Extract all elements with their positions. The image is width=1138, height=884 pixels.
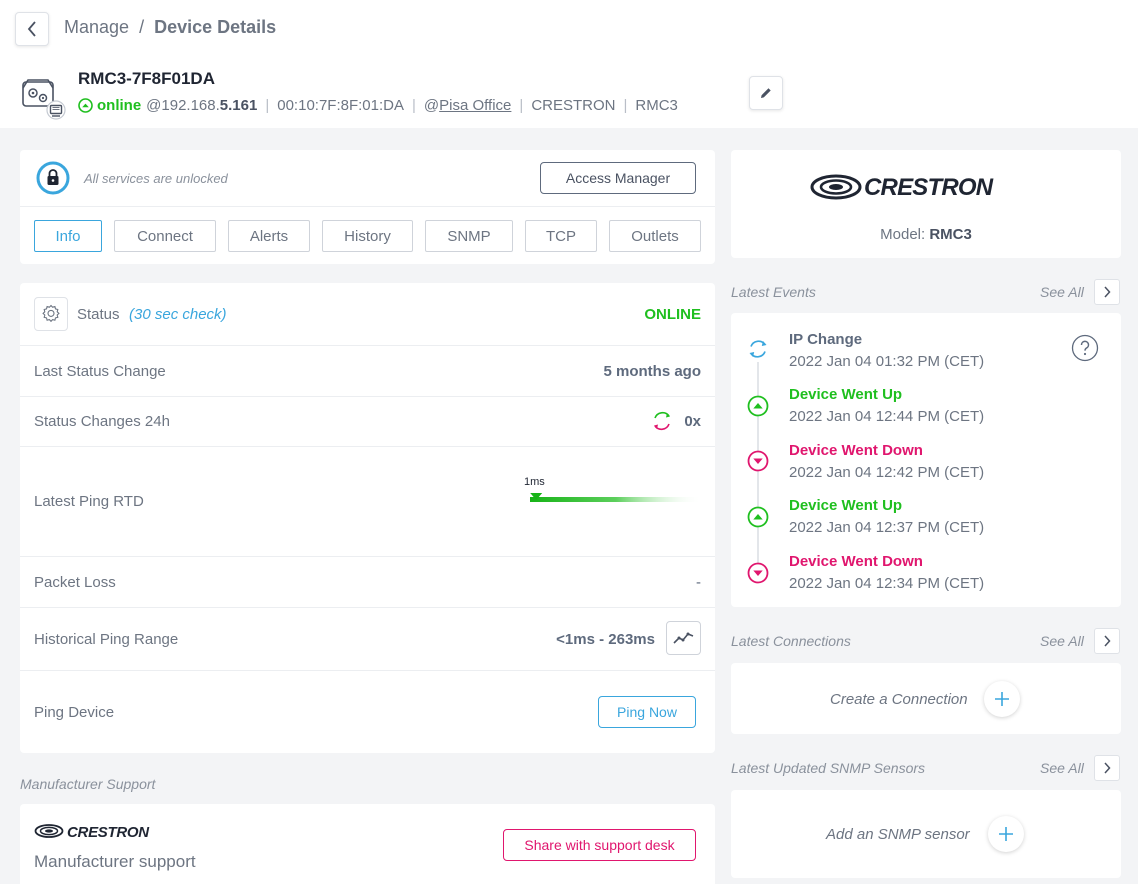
historical-ping-label: Historical Ping Range [34, 631, 179, 648]
crestron-logo-swirl [810, 174, 862, 200]
last-status-change-value: 5 months ago [603, 363, 701, 380]
event-title: Device Went Up [789, 497, 903, 514]
connections-see-all-button[interactable] [1094, 628, 1120, 654]
chevron-right-icon [1104, 286, 1111, 298]
event-time: 2022 Jan 04 12:34 PM (CET) [789, 575, 985, 592]
event-title: Device Went Down [789, 553, 923, 570]
latest-events-title: Latest Events [731, 284, 816, 300]
event-time: 2022 Jan 04 01:32 PM (CET) [789, 353, 985, 370]
access-manager-button[interactable]: Access Manager [540, 162, 696, 194]
status-settings-button[interactable] [34, 297, 68, 331]
latest-ping-label: Latest Ping RTD [34, 493, 144, 510]
status-value: ONLINE [644, 306, 701, 323]
event-title: IP Change [789, 331, 863, 348]
last-status-change-label: Last Status Change [34, 363, 166, 380]
latest-connections-title: Latest Connections [731, 633, 851, 649]
manufacturer-logo: CRESTRON [67, 824, 149, 841]
create-connection-link[interactable]: Create a Connection [830, 691, 968, 708]
chevron-right-icon [1104, 762, 1111, 774]
event-title: Device Went Down [789, 442, 923, 459]
tab-outlets[interactable]: Outlets [609, 220, 701, 252]
status-label: Status [77, 306, 120, 323]
device-up-icon [747, 506, 769, 528]
snmp-sensors-title: Latest Updated SNMP Sensors [731, 760, 926, 776]
manufacturer-support-title: Manufacturer Support [20, 776, 156, 792]
back-button[interactable] [15, 12, 49, 46]
tab-tcp[interactable]: TCP [525, 220, 597, 252]
status-change-icon [654, 411, 670, 431]
device-mac: 00:10:7F:8F:01:DA [277, 97, 404, 114]
event-title: Device Went Up [789, 386, 903, 403]
snmp-see-all-link[interactable]: See All [1040, 760, 1084, 776]
events-see-all-button[interactable] [1094, 279, 1120, 305]
vendor-model: Model: RMC3 [880, 226, 972, 243]
connections-see-all-link[interactable]: See All [1040, 633, 1084, 649]
plus-icon [995, 692, 1009, 706]
access-status-text: All services are unlocked [84, 171, 228, 186]
latest-ping-value: 1ms [524, 476, 545, 488]
historical-ping-value: <1ms - 263ms [556, 631, 655, 648]
device-icon [22, 79, 66, 120]
gear-icon [42, 304, 60, 323]
tab-history[interactable]: History [322, 220, 413, 252]
crestron-swirl-icon [34, 824, 64, 838]
status-card [20, 283, 715, 753]
chevron-right-icon [1104, 635, 1111, 647]
packet-loss-value: - [696, 574, 701, 591]
add-snmp-sensor-button[interactable] [988, 816, 1024, 852]
share-support-desk-button[interactable]: Share with support desk [503, 829, 696, 861]
snmp-see-all-button[interactable] [1094, 755, 1120, 781]
status-changes-value: 0x [684, 413, 701, 430]
device-model: RMC3 [635, 97, 678, 114]
lock-icon [36, 161, 70, 195]
help-icon[interactable] [1071, 334, 1099, 362]
events-see-all-link[interactable]: See All [1040, 284, 1084, 300]
add-snmp-sensor-link[interactable]: Add an SNMP sensor [826, 826, 970, 843]
status-changes-label: Status Changes 24h [34, 413, 170, 430]
packet-loss-label: Packet Loss [34, 574, 116, 591]
vendor-logo: CRESTRON [864, 174, 993, 201]
device-down-icon [747, 562, 769, 584]
tab-connect[interactable]: Connect [114, 220, 216, 252]
device-status: online [97, 97, 142, 114]
tab-alerts[interactable]: Alerts [228, 220, 310, 252]
event-time: 2022 Jan 04 12:44 PM (CET) [789, 408, 985, 425]
edit-device-button[interactable] [749, 76, 783, 110]
device-name: RMC3-7F8F01DA [78, 69, 215, 88]
ping-history-chart-button[interactable] [666, 621, 701, 655]
create-connection-button[interactable] [984, 681, 1020, 717]
tab-snmp[interactable]: SNMP [425, 220, 513, 252]
manufacturer-support-text: Manufacturer support [34, 852, 196, 871]
page-header: Manage / Device Details RMC3-7F8F01DA on… [0, 0, 1138, 128]
device-meta: online @192.168.5.161 | 00:10:7F:8F:01:D… [78, 97, 678, 114]
tab-info[interactable]: Info [34, 220, 102, 252]
plus-icon [999, 827, 1013, 841]
breadcrumb: Manage / Device Details [64, 17, 276, 38]
ip-change-icon [749, 340, 767, 358]
breadcrumb-manage-link[interactable]: Manage [64, 17, 129, 38]
line-chart-icon [672, 632, 693, 644]
ping-rtd-bar [530, 493, 702, 502]
device-up-icon [747, 395, 769, 417]
device-down-icon [747, 450, 769, 472]
device-vendor: CRESTRON [531, 97, 616, 114]
chevron-left-icon [27, 21, 36, 37]
status-up-icon [78, 98, 93, 113]
status-check-interval[interactable]: (30 sec check) [129, 306, 227, 323]
ping-now-button[interactable]: Ping Now [598, 696, 696, 728]
device-location[interactable]: @Pisa Office [424, 97, 512, 114]
event-time: 2022 Jan 04 12:37 PM (CET) [789, 519, 985, 536]
device-ip: @192.168.5.161 [146, 97, 258, 114]
pencil-icon [761, 88, 771, 98]
breadcrumb-separator: / [139, 17, 145, 37]
ping-device-label: Ping Device [34, 704, 115, 721]
page-title: Device Details [154, 17, 277, 37]
event-time: 2022 Jan 04 12:42 PM (CET) [789, 464, 985, 481]
